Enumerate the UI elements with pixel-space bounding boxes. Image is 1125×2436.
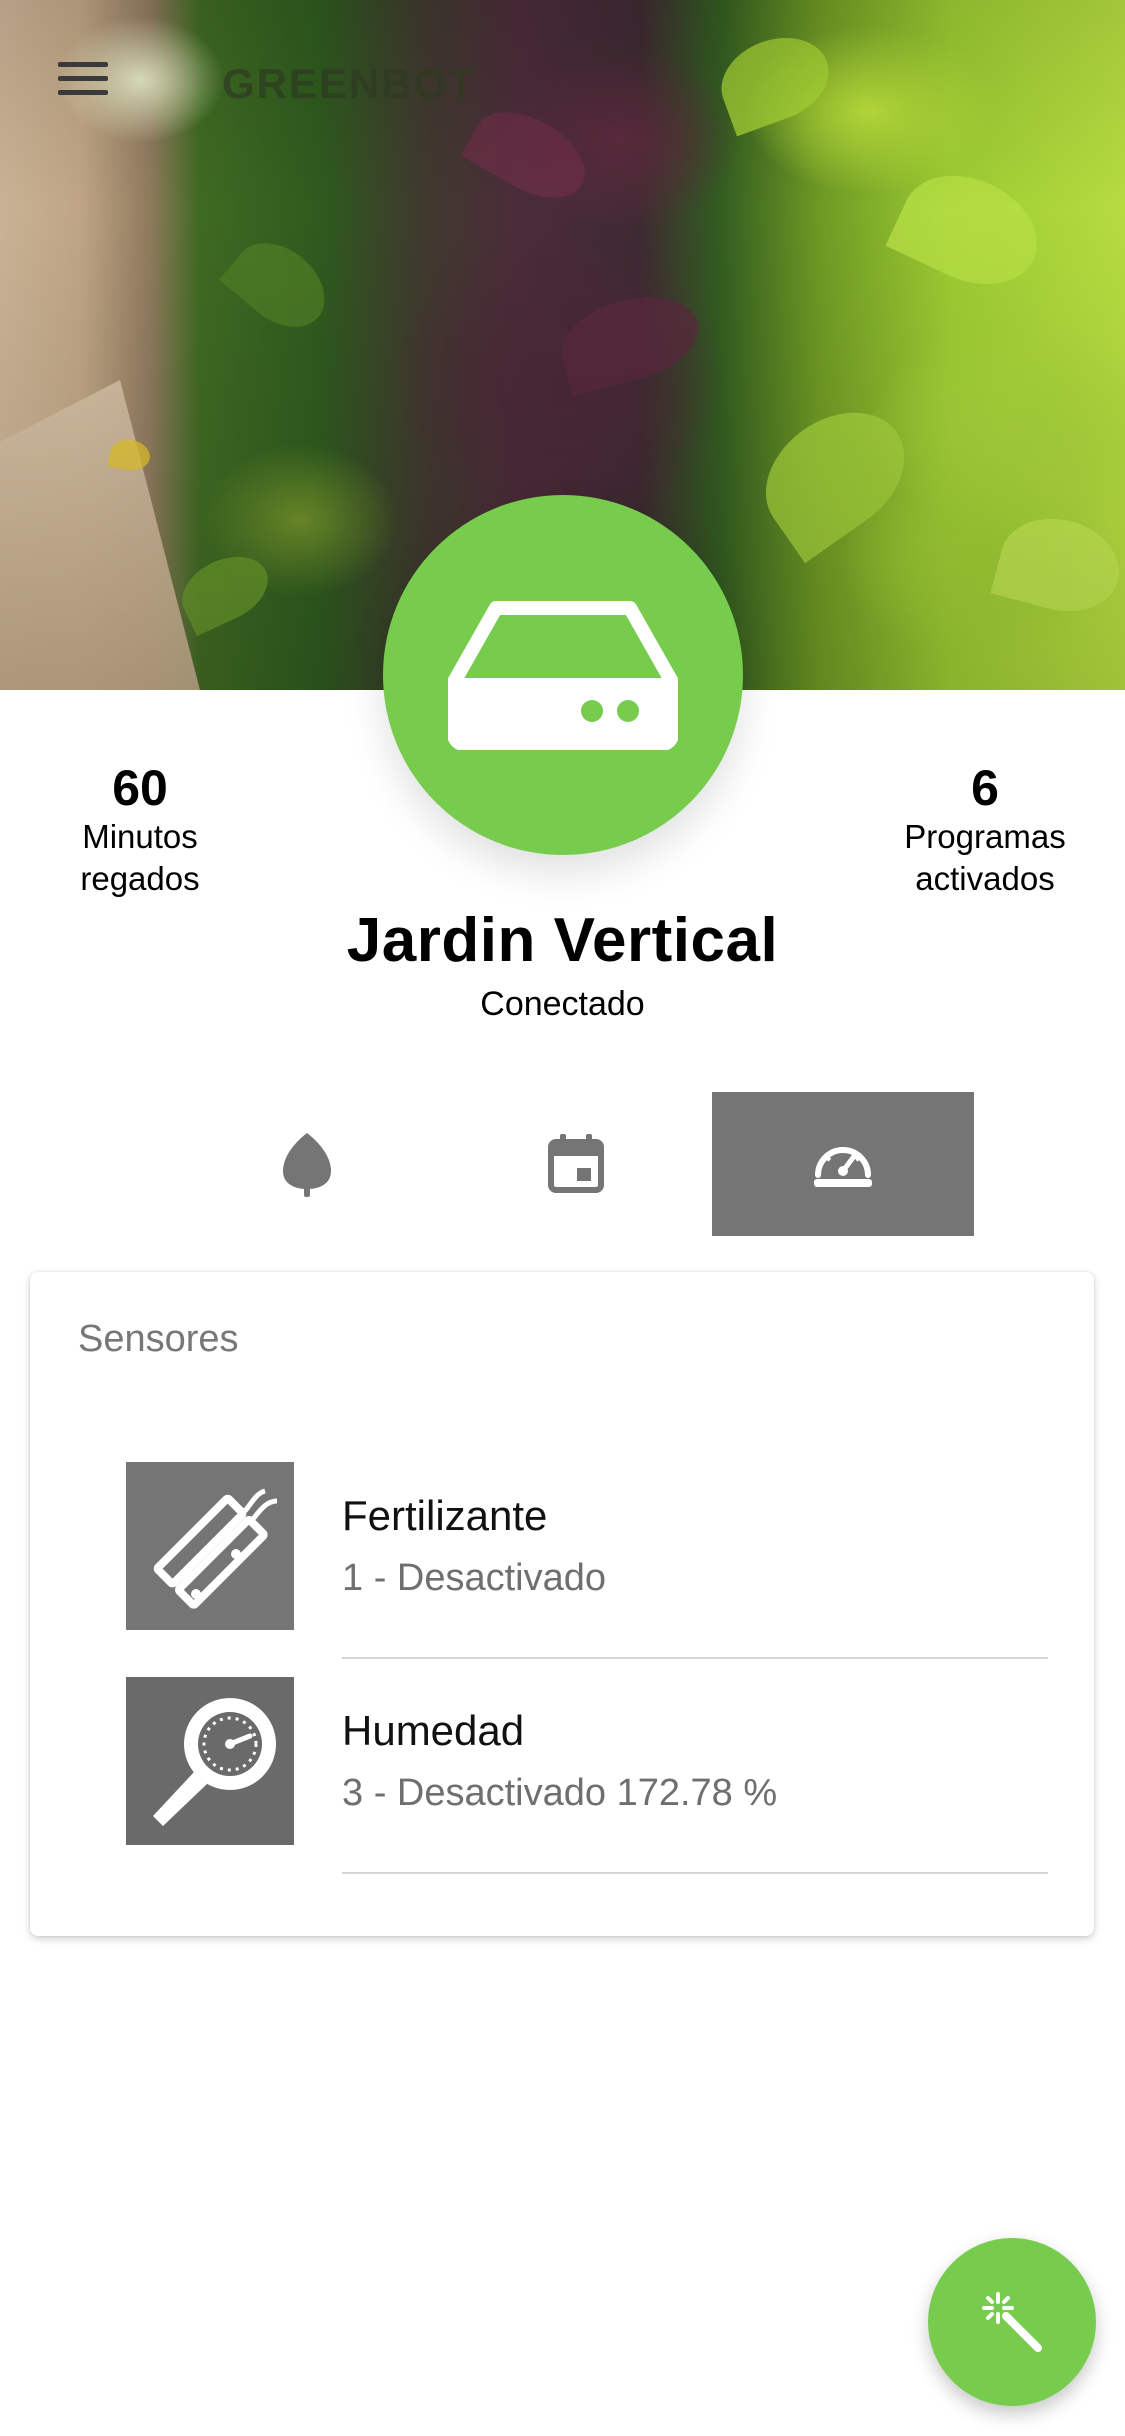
minutes-stat: 60 Minutos regados — [10, 760, 270, 900]
programs-label-2: activados — [915, 860, 1055, 897]
programs-label-1: Programas — [904, 818, 1066, 855]
speedometer-icon — [814, 1147, 872, 1187]
sensor-name: Humedad — [342, 1707, 525, 1754]
tab-irrigation[interactable] — [176, 1092, 438, 1236]
sensor-detail: 1 - Desactivado — [342, 1557, 607, 1599]
sensor-item-humidity[interactable]: Humedad 3 - Desactivado 172.78 % — [126, 1677, 1048, 1877]
divider — [342, 1657, 1048, 1659]
programs-stat: 6 Programas activados — [855, 760, 1115, 900]
server-drive-icon — [448, 601, 678, 750]
divider — [342, 1872, 1048, 1874]
sensor-name: Fertilizante — [342, 1492, 548, 1539]
minutes-value: 60 — [112, 760, 168, 816]
minutes-label-1: Minutos — [82, 818, 198, 855]
fertilizer-sensor-icon — [153, 1488, 278, 1609]
magic-action-button[interactable] — [928, 2238, 1096, 2406]
brand-title: GREENBOT — [222, 60, 477, 107]
tab-calendar[interactable] — [445, 1092, 707, 1236]
menu-button[interactable] — [58, 62, 108, 102]
sensor-detail: 3 - Desactivado 172.78 % — [342, 1772, 778, 1814]
programs-value: 6 — [971, 760, 999, 816]
sensors-card: Sensores Fertilizante 1 - Desactivado Hu… — [30, 1272, 1094, 1936]
minutes-label-2: regados — [80, 860, 200, 897]
tab-sensors[interactable] — [712, 1092, 974, 1236]
sensor-thumb — [126, 1462, 294, 1630]
drop-leaf-icon — [283, 1133, 331, 1197]
calendar-icon — [548, 1134, 604, 1193]
sensor-item-fertilizer[interactable]: Fertilizante 1 - Desactivado — [126, 1462, 1048, 1662]
sensor-thumb — [126, 1677, 294, 1845]
card-title: Sensores — [78, 1318, 239, 1360]
device-status: Conectado — [480, 985, 645, 1023]
humidity-probe-icon — [153, 1698, 276, 1826]
magic-wand-icon — [982, 2292, 1042, 2352]
device-name: Jardin Vertical — [346, 906, 779, 975]
device-avatar — [383, 495, 743, 855]
